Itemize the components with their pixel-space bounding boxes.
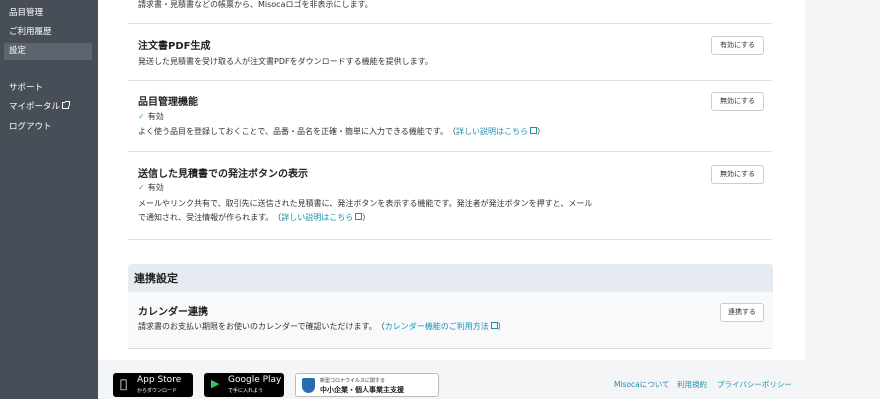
order-button-status: ✓ 有効	[138, 183, 164, 192]
divider	[128, 348, 772, 349]
logo-setting-description: 請求書・見積書などの帳票から、Misocaロゴを非表示にします。	[138, 0, 373, 9]
sidebar-item-label: サポート	[9, 83, 44, 93]
covid-banner-line1: 新型コロナウイルスに関する	[320, 378, 386, 384]
google-play-badge-title: Google Play	[228, 375, 282, 385]
footer-link-privacy[interactable]: プライバシーポリシー	[717, 379, 792, 390]
external-link-icon	[355, 213, 363, 220]
app-store-badge-title: App Store	[137, 375, 182, 385]
covid-banner-line2: 中小企業・個人事業主支援	[320, 386, 404, 394]
sidebar-item-items[interactable]: 品目管理	[4, 5, 92, 22]
footer-link-terms[interactable]: 利用規約	[677, 379, 707, 390]
google-play-badge[interactable]: ▶ Google Play で手に入れよう	[204, 373, 284, 397]
sidebar-item-label: ログアウト	[9, 122, 52, 132]
footer-link-about[interactable]: Misocaについて	[614, 379, 670, 390]
calendar-help-link[interactable]: カレンダー機能のご利用方法	[385, 322, 489, 331]
order-button-help-link[interactable]: 詳しい説明はこちら	[281, 213, 353, 222]
sidebar-item-support[interactable]: サポート	[4, 80, 92, 97]
check-icon: ✓	[138, 112, 145, 121]
integration-section-title: 連携設定	[134, 272, 178, 285]
external-link-icon	[530, 127, 537, 134]
google-play-badge-subtitle: で手に入れよう	[228, 388, 264, 394]
calendar-integration-description: 請求書のお支払い期限をお使いのカレンダーで確認いただけます。 （カレンダー機能の…	[138, 322, 506, 331]
disable-order-button-button[interactable]: 無効にする	[711, 165, 764, 184]
sidebar-item-settings[interactable]: 設定	[4, 43, 92, 60]
order-button-description-line1: メールやリンク共有で、取引先に送信された見積書に、発注ボタンを表示する機能です。…	[138, 199, 593, 208]
calendar-integration-title: カレンダー連携	[138, 307, 208, 318]
order-button-title: 送信した見積書での発注ボタンの表示	[138, 169, 308, 180]
sidebar: 品目管理 ご利用履歴 設定 サポート マイポータル ログアウト	[0, 0, 98, 399]
item-management-title: 品目管理機能	[138, 97, 198, 108]
order-button-description-line2: で通知され、受注情報が作られます。 （詳しい説明はこちら）	[138, 213, 371, 222]
divider	[128, 151, 772, 152]
item-management-help-link[interactable]: 詳しい説明はこちら	[456, 127, 528, 136]
item-management-status: ✓ 有効	[138, 112, 164, 121]
shield-icon	[302, 378, 315, 393]
settings-panel: 請求書・見積書などの帳票から、Misocaロゴを非表示にします。 注文書PDF生…	[98, 0, 805, 360]
po-pdf-title: 注文書PDF生成	[138, 41, 211, 52]
sidebar-item-label: マイポータル	[9, 102, 61, 112]
external-link-icon	[62, 101, 71, 109]
sidebar-item-label: 設定	[9, 46, 27, 56]
sidebar-item-label: 品目管理	[9, 8, 44, 18]
apple-icon: 	[120, 378, 127, 390]
po-pdf-description: 発送した見積書を受け取る人が注文書PDFをダウンロードする機能を提供します。	[138, 57, 433, 66]
google-play-icon: ▶	[211, 377, 220, 390]
sidebar-item-label: ご利用履歴	[9, 27, 52, 37]
app-store-badge[interactable]:  App Store からダウンロード	[113, 373, 193, 397]
divider	[128, 80, 772, 81]
sidebar-item-logout[interactable]: ログアウト	[4, 119, 92, 136]
sidebar-item-my-portal[interactable]: マイポータル	[4, 99, 92, 116]
integration-section-header	[128, 264, 773, 292]
divider	[128, 239, 772, 240]
disable-item-management-button[interactable]: 無効にする	[711, 92, 764, 111]
sidebar-item-usage-history[interactable]: ご利用履歴	[4, 24, 92, 41]
check-icon: ✓	[138, 183, 145, 192]
divider	[128, 23, 772, 24]
external-link-icon	[490, 322, 498, 329]
connect-calendar-button[interactable]: 連携する	[720, 303, 764, 322]
covid-support-banner[interactable]: 新型コロナウイルスに関する 中小企業・個人事業主支援	[295, 373, 439, 397]
right-gutter	[805, 0, 880, 399]
item-management-description: よく使う品目を登録しておくことで、品番・品名を正確・簡単に入力できる機能です。 …	[138, 127, 545, 136]
enable-po-pdf-button[interactable]: 有効にする	[711, 36, 764, 55]
app-store-badge-subtitle: からダウンロード	[137, 388, 178, 394]
